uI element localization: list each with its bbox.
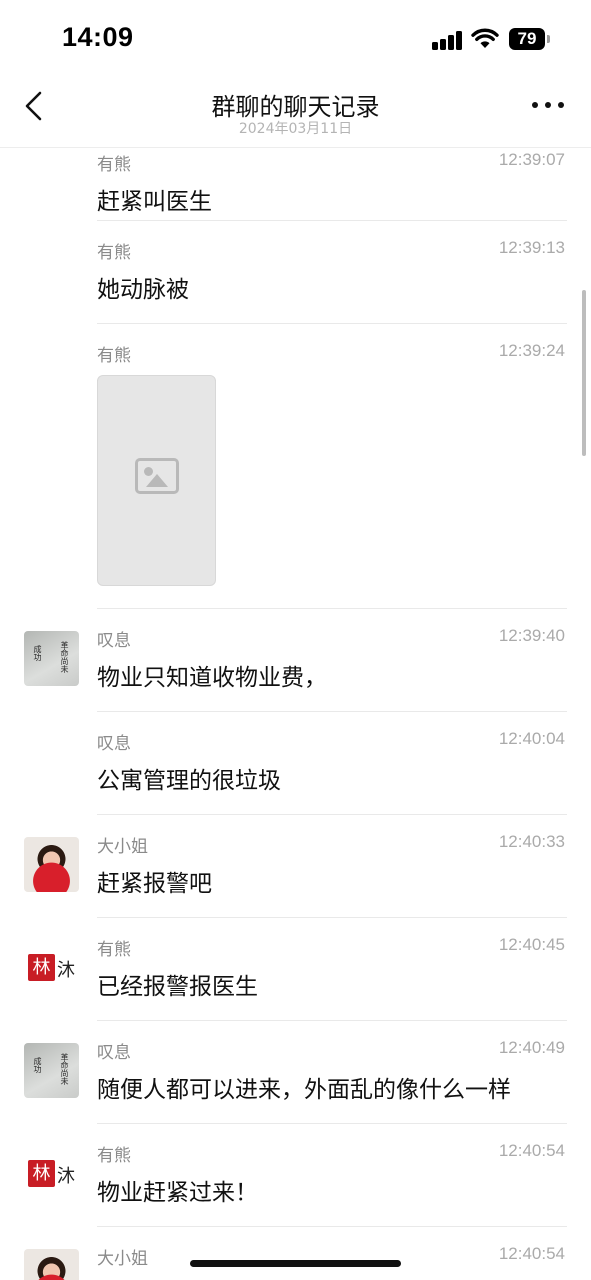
message-time: 12:40:49 <box>498 1038 565 1057</box>
avatar-seal: 林 <box>28 954 55 981</box>
message-text[interactable]: 随便人都可以进来，外面乱的像什么一样 <box>97 1070 511 1104</box>
message-item: 有熊 12:39:13 她动脉被 <box>0 221 591 324</box>
avatar-daxiaojie[interactable] <box>24 837 79 892</box>
message-sender: 叹息 <box>97 734 131 754</box>
message-time: 12:40:54 <box>498 1141 565 1160</box>
message-sender: 大小姐 <box>97 837 148 857</box>
message-item: 大小姐 12:40:54 <box>0 1227 591 1280</box>
nav-bar: 群聊的聊天记录 2024年03月11日 <box>0 80 591 148</box>
avatar-seal: 林 <box>28 1160 55 1187</box>
message-image-placeholder[interactable] <box>97 375 216 586</box>
message-time: 12:40:33 <box>498 832 565 851</box>
message-sender: 有熊 <box>97 1146 131 1166</box>
message-time: 12:39:24 <box>498 341 565 360</box>
avatar-calligraphy: 革命尚未 <box>60 1053 69 1085</box>
message-text[interactable]: 公寓管理的很垃圾 <box>97 761 281 795</box>
page-subtitle-date: 2024年03月11日 <box>238 121 353 137</box>
message-sender: 叹息 <box>97 631 131 651</box>
avatar-daxiaojie[interactable] <box>24 1249 79 1280</box>
message-time: 12:39:07 <box>498 150 565 169</box>
message-item: 成功 革命尚未 叹息 12:40:49 随便人都可以进来，外面乱的像什么一样 <box>0 1021 591 1124</box>
message-item: 有熊 12:39:24 <box>0 324 591 609</box>
avatar-calligraphy: 革命尚未 <box>60 641 69 673</box>
message-sender: 有熊 <box>97 940 131 960</box>
message-sender: 有熊 <box>97 243 131 263</box>
page-title: 群聊的聊天记录 <box>211 93 380 121</box>
message-item: 林 沐 有熊 12:40:54 物业赶紧过来！ <box>0 1124 591 1227</box>
message-text[interactable]: 物业只知道收物业费， <box>97 658 327 692</box>
message-time: 12:39:40 <box>498 626 565 645</box>
message-text[interactable]: 物业赶紧过来！ <box>97 1173 258 1207</box>
message-item: 有熊 12:39:07 赶紧叫医生 <box>0 149 591 221</box>
message-sender: 有熊 <box>97 155 131 175</box>
message-list[interactable]: 有熊 12:39:07 赶紧叫医生 有熊 12:39:13 她动脉被 有熊 12… <box>0 149 591 1280</box>
message-text[interactable]: 赶紧报警吧 <box>97 864 212 898</box>
message-item: 大小姐 12:40:33 赶紧报警吧 <box>0 815 591 918</box>
signal-icon <box>432 30 464 50</box>
message-text[interactable]: 她动脉被 <box>97 270 189 304</box>
battery-icon: 79 <box>509 28 545 50</box>
message-time: 12:40:45 <box>498 935 565 954</box>
message-item: 成功 革命尚未 叹息 12:39:40 物业只知道收物业费， <box>0 609 591 712</box>
battery-nub <box>547 35 550 43</box>
message-item: 叹息 12:40:04 公寓管理的很垃圾 <box>0 712 591 815</box>
avatar-tanxi[interactable]: 成功 革命尚未 <box>24 1043 79 1098</box>
message-text[interactable]: 赶紧叫医生 <box>97 182 212 216</box>
avatar-youxiong[interactable]: 林 沐 <box>24 940 79 995</box>
wifi-icon <box>471 28 499 48</box>
scrollbar[interactable] <box>582 290 586 456</box>
image-icon <box>135 458 179 494</box>
message-time: 12:39:13 <box>498 238 565 257</box>
message-sender: 有熊 <box>97 346 131 366</box>
status-time: 14:09 <box>62 22 134 52</box>
home-indicator[interactable] <box>190 1260 401 1267</box>
status-bar: 14:09 79 <box>0 0 591 80</box>
avatar-seal-text: 沐 <box>57 960 75 981</box>
battery-level: 79 <box>517 29 537 48</box>
avatar-tanxi[interactable]: 成功 革命尚未 <box>24 631 79 686</box>
message-sender: 叹息 <box>97 1043 131 1063</box>
message-time: 12:40:54 <box>498 1244 565 1263</box>
message-time: 12:40:04 <box>498 729 565 748</box>
avatar-calligraphy: 成功 <box>33 645 42 661</box>
avatar-seal-text: 沐 <box>57 1166 75 1187</box>
message-text[interactable]: 已经报警报医生 <box>97 967 258 1001</box>
more-options-button[interactable] <box>530 92 566 118</box>
message-item: 林 沐 有熊 12:40:45 已经报警报医生 <box>0 918 591 1021</box>
avatar-youxiong[interactable]: 林 沐 <box>24 1146 79 1201</box>
avatar-calligraphy: 成功 <box>33 1057 42 1073</box>
message-sender: 大小姐 <box>97 1249 148 1269</box>
